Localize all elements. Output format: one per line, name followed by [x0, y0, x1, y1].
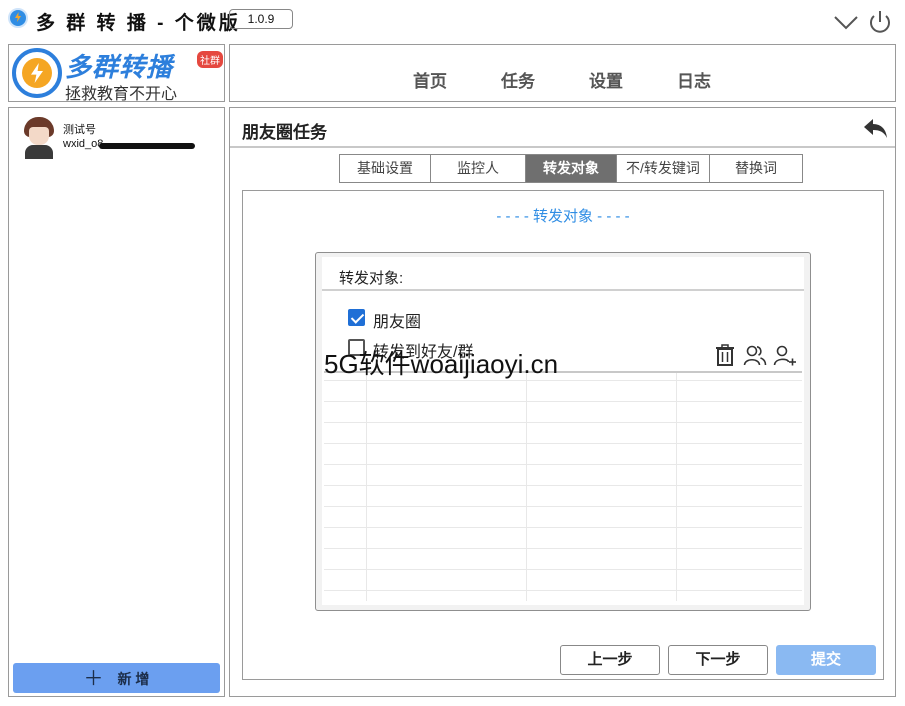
- nav-logs[interactable]: 日志: [677, 67, 711, 92]
- brand-logo-icon: [12, 48, 62, 98]
- tab-basic-settings[interactable]: 基础设置: [339, 154, 430, 183]
- target-list-table: [324, 371, 802, 601]
- chevron-down-icon[interactable]: [832, 8, 860, 36]
- brand-name: 多群转播: [65, 52, 174, 82]
- top-navigation: 首页 任务 设置 日志: [229, 44, 896, 102]
- page-title: 朋友圈任务: [242, 123, 327, 142]
- title-bar: 多 群 转 播 - 个微版 1.0.9: [0, 0, 905, 40]
- account-wxid: wxid_o8: [63, 138, 104, 150]
- main-panel: 朋友圈任务 基础设置 监控人 转发对象 不/转发键词 替换词 - - - - 转…: [229, 107, 896, 697]
- next-step-button[interactable]: 下一步: [668, 645, 768, 675]
- tab-forward-target[interactable]: 转发对象: [525, 154, 616, 183]
- group-icon[interactable]: [743, 343, 767, 367]
- account-name: 测试号: [63, 124, 96, 136]
- add-account-button[interactable]: ＋ 新 增: [13, 663, 220, 693]
- nav-settings[interactable]: 设置: [589, 67, 623, 92]
- add-user-icon[interactable]: [773, 343, 797, 367]
- card-label: 转发对象:: [339, 270, 404, 287]
- title-divider: [230, 146, 895, 148]
- prev-step-button[interactable]: 上一步: [560, 645, 660, 675]
- power-icon[interactable]: [866, 8, 894, 36]
- sidebar: 测试号 wxid_o8 ＋ 新 增: [8, 107, 225, 697]
- avatar: [21, 115, 57, 159]
- section-heading: - - - - 转发对象 - - - -: [496, 208, 630, 225]
- brand-badge: 社群: [197, 51, 223, 68]
- tab-keywords[interactable]: 不/转发键词: [616, 154, 709, 183]
- app-title: 多 群 转 播 - 个微版: [36, 13, 241, 34]
- submit-button[interactable]: 提交: [776, 645, 876, 675]
- app-logo-icon: [8, 8, 28, 28]
- add-button-label: 新 增: [117, 671, 150, 687]
- trash-icon[interactable]: [713, 343, 737, 367]
- moments-checkbox[interactable]: [348, 309, 365, 326]
- moments-label: 朋友圈: [373, 314, 422, 331]
- tab-replace-words[interactable]: 替换词: [709, 154, 803, 183]
- tab-monitor[interactable]: 监控人: [430, 154, 525, 183]
- content-box: - - - - 转发对象 - - - - 转发对象: 朋友圈 转发到好友/群 上…: [242, 190, 884, 680]
- back-arrow-icon[interactable]: [862, 116, 890, 140]
- logo-panel: 多群转播 社群 拯救教育不开心: [8, 44, 225, 103]
- brand-slogan: 拯救教育不开心: [65, 86, 178, 103]
- nav-tasks[interactable]: 任务: [501, 67, 535, 92]
- watermark-text: 5G软件woaijiaoyi.cn: [324, 349, 559, 379]
- nav-home[interactable]: 首页: [413, 67, 447, 92]
- tab-bar: 基础设置 监控人 转发对象 不/转发键词 替换词: [339, 154, 803, 183]
- forward-target-card: 转发对象: 朋友圈 转发到好友/群: [315, 252, 811, 611]
- account-item[interactable]: 测试号 wxid_o8: [19, 115, 219, 161]
- card-divider: [322, 289, 804, 291]
- wxid-redaction: [99, 143, 195, 149]
- plus-icon: ＋: [83, 668, 104, 690]
- version-badge: 1.0.9: [229, 9, 293, 29]
